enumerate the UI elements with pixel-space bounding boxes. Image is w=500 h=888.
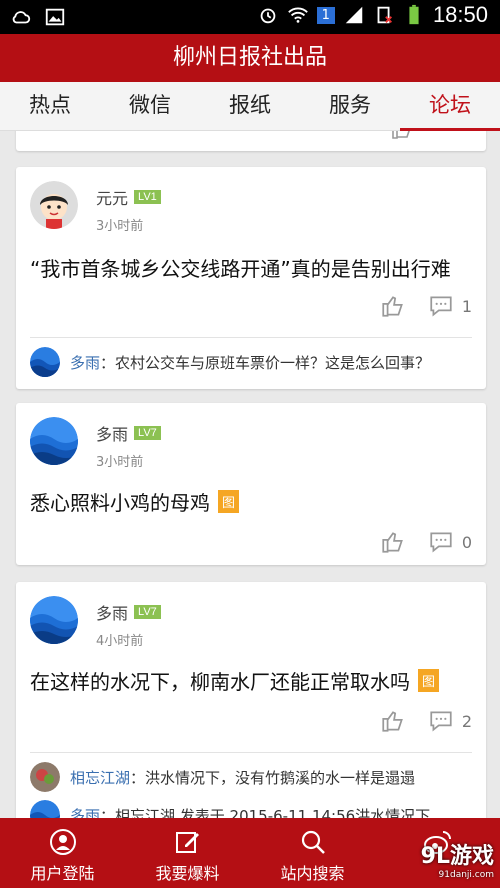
sim-blocked-icon xyxy=(377,6,392,24)
comment-count: 0 xyxy=(461,532,472,552)
post-card[interactable]: 多雨 LV7 4小时前 在这样的水况下，柳南水厂还能正常取水吗 图 2 相忘江湖… xyxy=(16,582,486,818)
divider xyxy=(30,337,472,338)
avatar xyxy=(30,800,60,818)
comment-icon xyxy=(430,711,452,732)
image-tag: 图 xyxy=(418,669,440,692)
nav-report[interactable]: 我要爆料 xyxy=(125,818,250,888)
comment-button[interactable]: 0 xyxy=(428,529,472,555)
post-actions: 1 xyxy=(380,293,472,319)
username-row: 多雨 LV7 xyxy=(96,600,161,624)
avatar[interactable] xyxy=(30,596,78,644)
nav-search[interactable]: 站内搜索 xyxy=(250,818,375,888)
image-icon xyxy=(45,8,65,26)
status-bar: 1 18:50 xyxy=(0,0,500,34)
tab-hot[interactable]: 热点 xyxy=(0,82,100,130)
search-icon xyxy=(301,830,325,854)
image-tag: 图 xyxy=(218,490,240,513)
category-tabs: 热点 微信 报纸 服务 论坛 xyxy=(0,82,500,131)
reply-author[interactable]: 多雨 xyxy=(70,807,100,819)
partial-post-card[interactable] xyxy=(16,131,486,151)
post-feed[interactable]: 元元 LV1 3小时前 “我市首条城乡公交线路开通”真的是告别出行难 1 多雨：… xyxy=(0,131,500,818)
wifi-icon xyxy=(287,7,308,23)
post-actions: 2 xyxy=(380,708,472,734)
reply-author[interactable]: 相忘江湖 xyxy=(70,769,130,787)
user-icon xyxy=(49,829,76,855)
tab-newspaper[interactable]: 报纸 xyxy=(200,82,300,130)
tab-wechat[interactable]: 微信 xyxy=(100,82,200,130)
like-icon[interactable] xyxy=(380,293,406,319)
tab-forum[interactable]: 论坛 xyxy=(400,82,500,131)
comment-count: 2 xyxy=(461,711,472,731)
avatar xyxy=(30,347,60,377)
nav-label: 用户登陆 xyxy=(30,864,95,883)
post-time: 3小时前 xyxy=(96,219,144,234)
like-icon[interactable] xyxy=(380,529,406,555)
edit-icon xyxy=(175,832,199,853)
nav-weibo[interactable]: 9L游戏 91danji.com xyxy=(375,818,500,888)
nav-label: 站内搜索 xyxy=(280,864,345,883)
level-badge: LV7 xyxy=(134,426,161,440)
reply-text: ：农村公交车与原班车票价一样？这是怎么回事？ xyxy=(100,353,431,372)
post-time: 3小时前 xyxy=(96,455,144,470)
post-card[interactable]: 多雨 LV7 3小时前 悉心照料小鸡的母鸡 图 0 xyxy=(16,403,486,565)
username[interactable]: 多雨 xyxy=(96,421,128,445)
post-card[interactable]: 元元 LV1 3小时前 “我市首条城乡公交线路开通”真的是告别出行难 1 多雨：… xyxy=(16,167,486,389)
reply-item[interactable]: 多雨：相忘江湖 发表于 2015-6-11 14:56洪水情况下 xyxy=(30,800,480,818)
nav-label: 我要爆料 xyxy=(155,864,220,883)
post-time: 4小时前 xyxy=(96,634,144,649)
reply-item[interactable]: 多雨：农村公交车与原班车票价一样？这是怎么回事？ xyxy=(30,347,480,377)
avatar[interactable] xyxy=(30,181,78,229)
signal-icon xyxy=(345,6,363,24)
comment-icon xyxy=(430,532,452,553)
avatar[interactable] xyxy=(30,417,78,465)
level-badge: LV7 xyxy=(134,605,161,619)
divider xyxy=(30,752,472,753)
username[interactable]: 多雨 xyxy=(96,600,128,624)
app-title: 柳州日报社出品 xyxy=(0,34,500,82)
comment-count: 1 xyxy=(461,296,472,316)
clock: 18:50 xyxy=(432,2,488,27)
username-row: 元元 LV1 xyxy=(96,185,161,209)
avatar xyxy=(30,762,60,792)
comment-button[interactable]: 1 xyxy=(428,293,472,319)
post-title[interactable]: “我市首条城乡公交线路开通”真的是告别出行难 xyxy=(30,253,451,282)
post-title[interactable]: 悉心照料小鸡的母鸡 图 xyxy=(30,487,240,516)
comment-button[interactable]: 2 xyxy=(428,708,472,734)
reply-text: ：相忘江湖 发表于 2015-6-11 14:56洪水情况下 xyxy=(100,806,431,819)
site-watermark: 9L游戏 91danji.com xyxy=(420,844,494,880)
alarm-icon xyxy=(260,8,275,24)
reply-item[interactable]: 相忘江湖：洪水情况下，没有竹鹅溪的水一样是遢遢 xyxy=(30,762,480,792)
username[interactable]: 元元 xyxy=(96,185,128,209)
reply-author[interactable]: 多雨 xyxy=(70,354,100,372)
reply-text: ：洪水情况下，没有竹鹅溪的水一样是遢遢 xyxy=(130,768,416,787)
post-title[interactable]: 在这样的水况下，柳南水厂还能正常取水吗 图 xyxy=(30,666,440,695)
cloud-sync-icon xyxy=(12,11,31,24)
battery-icon xyxy=(409,4,419,25)
post-actions: 0 xyxy=(380,529,472,555)
tab-service[interactable]: 服务 xyxy=(300,82,400,130)
comment-icon xyxy=(430,296,452,317)
nav-login[interactable]: 用户登陆 xyxy=(0,818,125,888)
sim-badge: 1 xyxy=(316,6,335,24)
username-row: 多雨 LV7 xyxy=(96,421,161,445)
level-badge: LV1 xyxy=(134,190,161,204)
bottom-nav: 用户登陆 我要爆料 站内搜索 9L游戏 91danji.com xyxy=(0,818,500,888)
like-icon[interactable] xyxy=(380,708,406,734)
like-icon[interactable] xyxy=(390,131,414,141)
